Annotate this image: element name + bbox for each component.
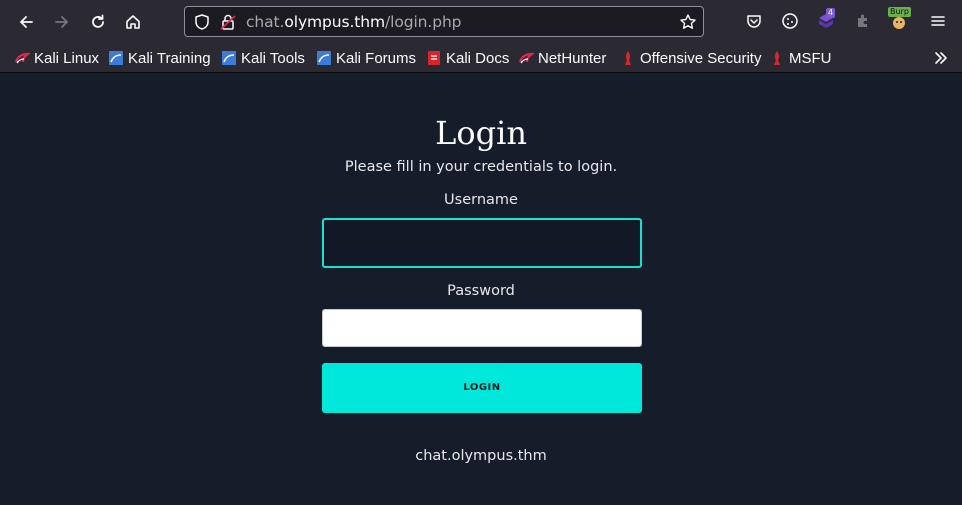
cookie-icon[interactable] <box>779 10 801 32</box>
bookmark-kali-linux[interactable]: Kali Linux <box>14 49 99 67</box>
bookmark-kali-docs[interactable]: Kali Docs <box>426 49 509 67</box>
username-label: Username <box>444 192 518 208</box>
back-icon[interactable] <box>14 10 38 34</box>
burp-icon[interactable]: Burp <box>888 7 911 32</box>
address-bar[interactable]: chat.olympus.thm/login.php <box>184 6 704 37</box>
bookmark-kali-forums[interactable]: Kali Forums <box>316 49 416 67</box>
home-icon[interactable] <box>121 10 145 34</box>
chevron-double-right-icon[interactable] <box>932 49 950 67</box>
password-label: Password <box>447 283 515 299</box>
insecure-lock-icon[interactable] <box>219 13 237 31</box>
bookmark-kali-tools[interactable]: Kali Tools <box>221 49 305 67</box>
burp-label: Burp <box>888 7 911 17</box>
bookmark-msfu[interactable]: MSFU <box>769 49 832 67</box>
footer-host: chat.olympus.thm <box>415 448 547 464</box>
bookmark-nethunter[interactable]: NetHunter <box>518 49 606 67</box>
menu-hamburger-icon[interactable] <box>927 10 949 32</box>
kali-docs-icon <box>428 51 440 65</box>
bookmarks-bar: Kali Linux Kali Training Kali Tools Kali… <box>0 43 962 73</box>
bookmark-kali-training[interactable]: Kali Training <box>108 49 211 67</box>
page-title: Login <box>435 114 527 152</box>
extension-puzzle-icon[interactable] <box>851 10 873 32</box>
reload-icon[interactable] <box>86 10 110 34</box>
kali-forums-icon <box>317 51 331 65</box>
page-subtitle: Please fill in your credentials to login… <box>344 159 618 175</box>
password-input[interactable] <box>322 309 642 347</box>
pocket-icon[interactable] <box>743 10 765 32</box>
extension-purple-icon[interactable]: 4 <box>815 8 837 32</box>
nethunter-icon <box>518 52 534 64</box>
extension-badge: 4 <box>826 8 836 18</box>
tracking-shield-icon[interactable] <box>193 13 211 31</box>
kali-training-icon <box>109 51 123 65</box>
login-button[interactable]: LOGIN <box>322 363 642 413</box>
kali-dragon-icon <box>14 52 30 64</box>
browser-toolbar: chat.olympus.thm/login.php 4 Burp <box>0 0 962 43</box>
url-domain: olympus.thm <box>284 13 385 31</box>
offsec-icon <box>625 51 631 65</box>
username-input[interactable] <box>322 218 642 268</box>
forward-icon[interactable] <box>50 10 74 34</box>
url-host: chat. <box>246 13 285 31</box>
kali-tools-icon <box>222 51 236 65</box>
bookmark-star-icon[interactable] <box>679 13 697 31</box>
url-text[interactable]: chat.olympus.thm/login.php <box>246 13 462 31</box>
page-content: Login Please fill in your credentials to… <box>0 74 962 505</box>
msfu-icon <box>774 51 780 65</box>
bookmark-offensive-security[interactable]: Offensive Security <box>620 49 761 67</box>
url-path: /login.php <box>385 13 462 31</box>
